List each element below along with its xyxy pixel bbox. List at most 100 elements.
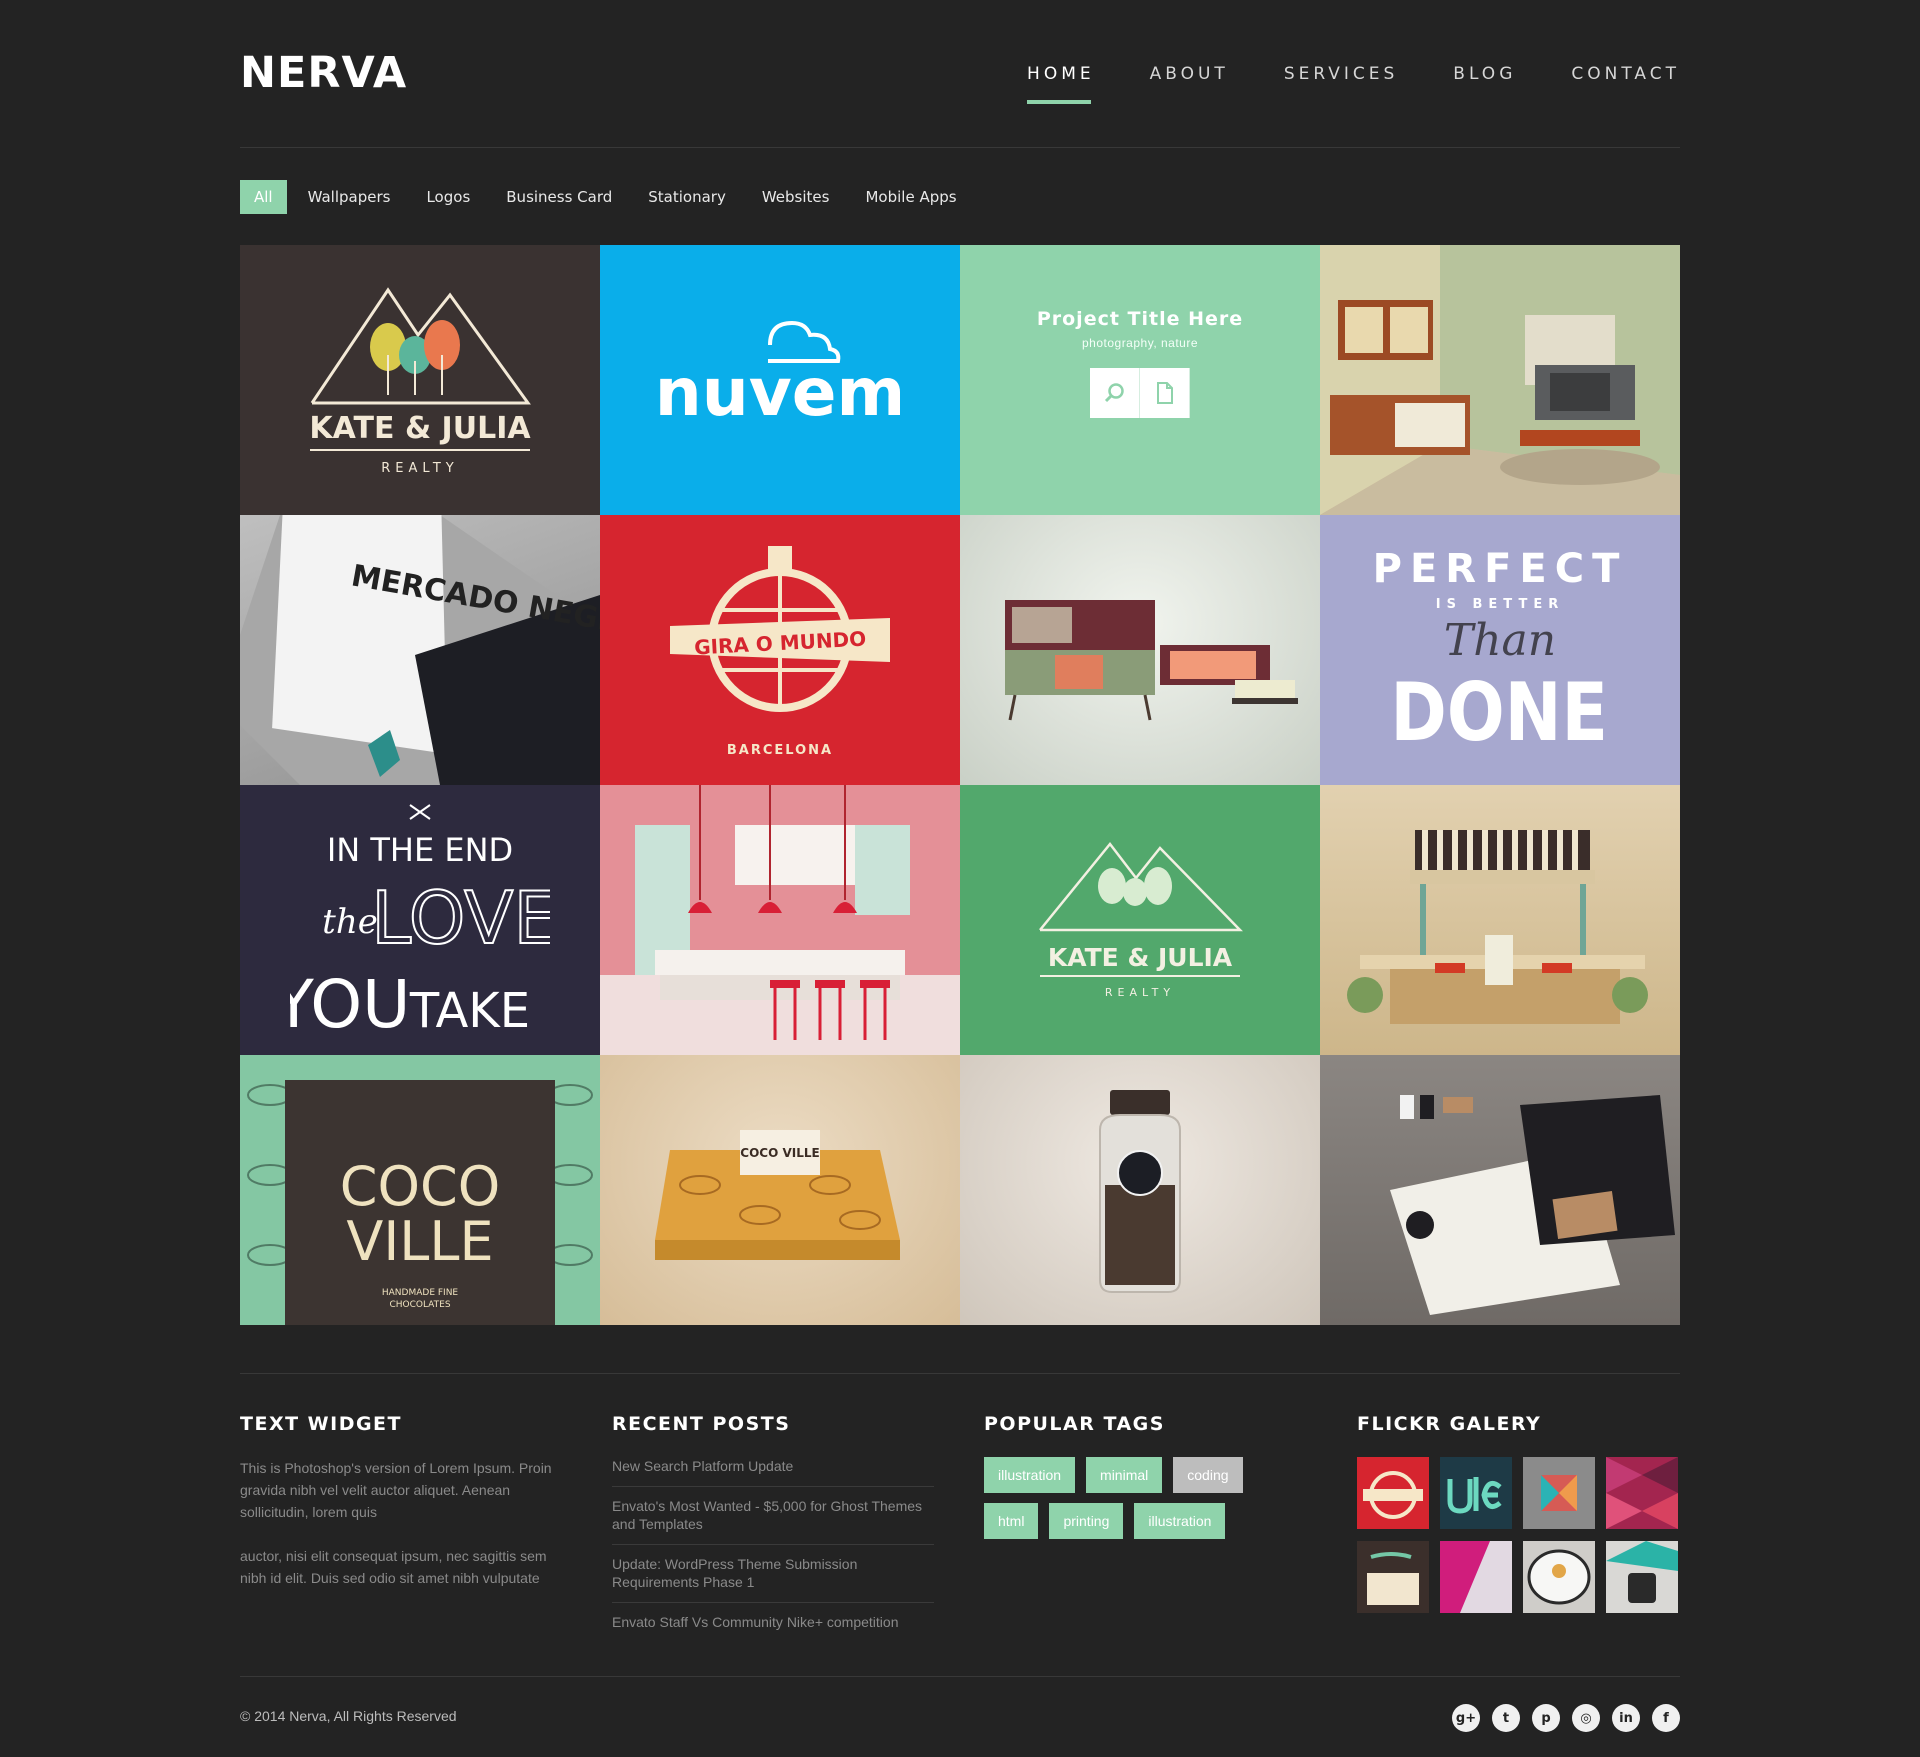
nav-about[interactable]: ABOUT [1150, 64, 1229, 104]
flickr-thumb[interactable] [1523, 1457, 1595, 1529]
perfect-line4: DONE [1390, 666, 1608, 760]
perfect-typography: PERFECT IS BETTER Than DONE [1373, 546, 1620, 760]
portfolio-item-mercado-negro[interactable]: MERCADO NEGRO [240, 515, 600, 785]
coco-ville-sub2: CHOCOLATES [389, 1300, 450, 1310]
portfolio-item-kate-julia-green[interactable]: KATE & JULIA REALTY [960, 785, 1320, 1055]
portfolio-item-perfect[interactable]: PERFECT IS BETTER Than DONE [1320, 515, 1680, 785]
tag-link[interactable]: coding [1173, 1457, 1243, 1493]
filter-wallpapers[interactable]: Wallpapers [308, 180, 391, 214]
flickr-thumb[interactable] [1606, 1541, 1678, 1613]
zoom-button[interactable] [1090, 368, 1140, 418]
pinterest-icon[interactable]: p [1532, 1704, 1560, 1732]
coco-ville-sub1: HANDMADE FINE [382, 1288, 459, 1298]
in-the-end-line5: TAKE [409, 983, 530, 1039]
flickr-thumb[interactable] [1440, 1457, 1512, 1529]
project-actions [1090, 368, 1190, 418]
filter-logos[interactable]: Logos [426, 180, 470, 214]
gira-o-mundo-sub: BARCELONA [727, 743, 833, 758]
tag-link[interactable]: minimal [1086, 1457, 1163, 1493]
in-the-end-line2: the [322, 902, 378, 942]
coco-ville-line1: COCO [340, 1155, 500, 1218]
portfolio-item-gira-o-mundo[interactable]: GIRA O MUNDO BARCELONA [600, 515, 960, 785]
flickr-thumb[interactable] [1357, 1541, 1429, 1613]
social-links: g+ t p ◎ in f [1452, 1704, 1680, 1732]
bottom-divider [240, 1676, 1680, 1677]
text-widget-paragraph-1: This is Photoshop's version of Lorem Ips… [240, 1460, 552, 1520]
copyright-text: © 2014 Nerva, All Rights Reserved [240, 1708, 457, 1724]
portfolio-filters: All Wallpapers Logos Business Card Stati… [240, 180, 993, 214]
tag-link[interactable]: illustration [984, 1457, 1076, 1493]
coco-ville-line2: VILLE [346, 1210, 493, 1273]
kate-julia-logo: KATE & JULIA REALTY [309, 287, 531, 475]
retro-room-image [1320, 245, 1680, 515]
in-the-end-line3: LOVE [371, 876, 550, 960]
flickr-thumb-image [1541, 1475, 1577, 1511]
recent-post-link[interactable]: Envato Staff Vs Community Nike+ competit… [612, 1603, 934, 1642]
filter-business-card[interactable]: Business Card [506, 180, 612, 214]
portfolio-item-in-the-end[interactable]: IN THE END the LOVE YOU TAKE [240, 785, 600, 1055]
nav-blog[interactable]: BLOG [1453, 64, 1516, 104]
popular-tags-title: POPULAR TAGS [984, 1413, 1165, 1435]
text-widget-title: TEXT WIDGET [240, 1413, 402, 1435]
coco-ville-poster-image: COCO VILLE HANDMADE FINE CHOCOLATES [247, 1080, 593, 1325]
search-icon [1104, 383, 1124, 403]
furniture-image [1005, 600, 1298, 721]
footer-divider [240, 1373, 1680, 1374]
portfolio-item-furniture[interactable] [960, 515, 1320, 785]
portfolio-item-coco-ville-box[interactable]: COCO VILLE [600, 1055, 960, 1325]
text-widget: TEXT WIDGET This is Photoshop's version … [240, 1413, 570, 1611]
perfect-line2: IS BETTER [1436, 597, 1564, 612]
portfolio-item-nuvem[interactable]: nuvem [600, 245, 960, 515]
recent-posts-title: RECENT POSTS [612, 1413, 791, 1435]
flickr-thumb[interactable] [1523, 1541, 1595, 1613]
perfect-line3: Than [1444, 615, 1556, 666]
portfolio-item-hover[interactable]: Project Title Here photography, nature [960, 245, 1320, 515]
tag-link[interactable]: html [984, 1503, 1039, 1539]
portfolio-item-coffee-kiosk[interactable] [1320, 785, 1680, 1055]
flickr-thumb[interactable] [1440, 1541, 1512, 1613]
project-tags: photography, nature [1081, 336, 1199, 350]
dribbble-icon[interactable]: ◎ [1572, 1704, 1600, 1732]
twitter-icon[interactable]: t [1492, 1704, 1520, 1732]
nav-services[interactable]: SERVICES [1284, 64, 1398, 104]
portfolio-item-coco-ville-poster[interactable]: COCO VILLE HANDMADE FINE CHOCOLATES [240, 1055, 600, 1325]
recent-post-link[interactable]: Envato's Most Wanted - $5,000 for Ghost … [612, 1487, 934, 1545]
facebook-icon[interactable]: f [1652, 1704, 1680, 1732]
filter-stationary[interactable]: Stationary [648, 180, 726, 214]
portfolio-item-kate-julia[interactable]: KATE & JULIA REALTY [240, 245, 600, 515]
filter-mobile-apps[interactable]: Mobile Apps [865, 180, 956, 214]
tag-link[interactable]: printing [1049, 1503, 1124, 1539]
linkedin-icon[interactable]: in [1612, 1704, 1640, 1732]
nav-home[interactable]: HOME [1027, 64, 1095, 104]
in-the-end-line4: YOU [290, 966, 410, 1043]
tag-link[interactable]: illustration [1134, 1503, 1226, 1539]
flickr-thumb-image [1527, 1549, 1591, 1605]
popular-tags-widget: POPULAR TAGS illustration minimal coding… [984, 1413, 1284, 1539]
main-nav: HOME ABOUT SERVICES BLOG CONTACT [972, 64, 1680, 104]
flickr-widget: FLICKR GALERY [1357, 1413, 1678, 1613]
google-plus-icon[interactable]: g+ [1452, 1704, 1480, 1732]
recent-post-link[interactable]: Update: WordPress Theme Submission Requi… [612, 1545, 934, 1603]
flickr-thumb[interactable] [1357, 1457, 1429, 1529]
recent-posts-list: New Search Platform Update Envato's Most… [612, 1457, 934, 1642]
header-divider [240, 147, 1680, 148]
site-logo[interactable]: NERVA [240, 52, 407, 95]
flickr-thumb[interactable] [1606, 1457, 1678, 1529]
nuvem-logo: nuvem [660, 320, 900, 431]
kate-julia-green-logo: KATE & JULIA REALTY [1039, 841, 1243, 999]
in-the-end-line1: IN THE END [327, 831, 513, 869]
filter-all[interactable]: All [240, 180, 287, 214]
portfolio-item-stationery[interactable] [1320, 1055, 1680, 1325]
coco-ville-box-image: COCO VILLE [655, 1130, 900, 1260]
text-widget-paragraph-2: auctor, nisi elit consequat ipsum, nec s… [240, 1548, 547, 1586]
portfolio-item-spice-jar[interactable] [960, 1055, 1320, 1325]
portfolio-item-kitchen[interactable] [600, 785, 960, 1055]
portfolio-item-retro-room[interactable] [1320, 245, 1680, 515]
kate-julia-green-sub: REALTY [1105, 986, 1175, 999]
filter-websites[interactable]: Websites [762, 180, 830, 214]
recent-post-link[interactable]: New Search Platform Update [612, 1457, 934, 1487]
details-button[interactable] [1140, 368, 1190, 418]
nav-contact[interactable]: CONTACT [1571, 64, 1680, 104]
coffee-kiosk-image [1347, 830, 1648, 1024]
gira-o-mundo-logo: GIRA O MUNDO BARCELONA [670, 546, 890, 758]
